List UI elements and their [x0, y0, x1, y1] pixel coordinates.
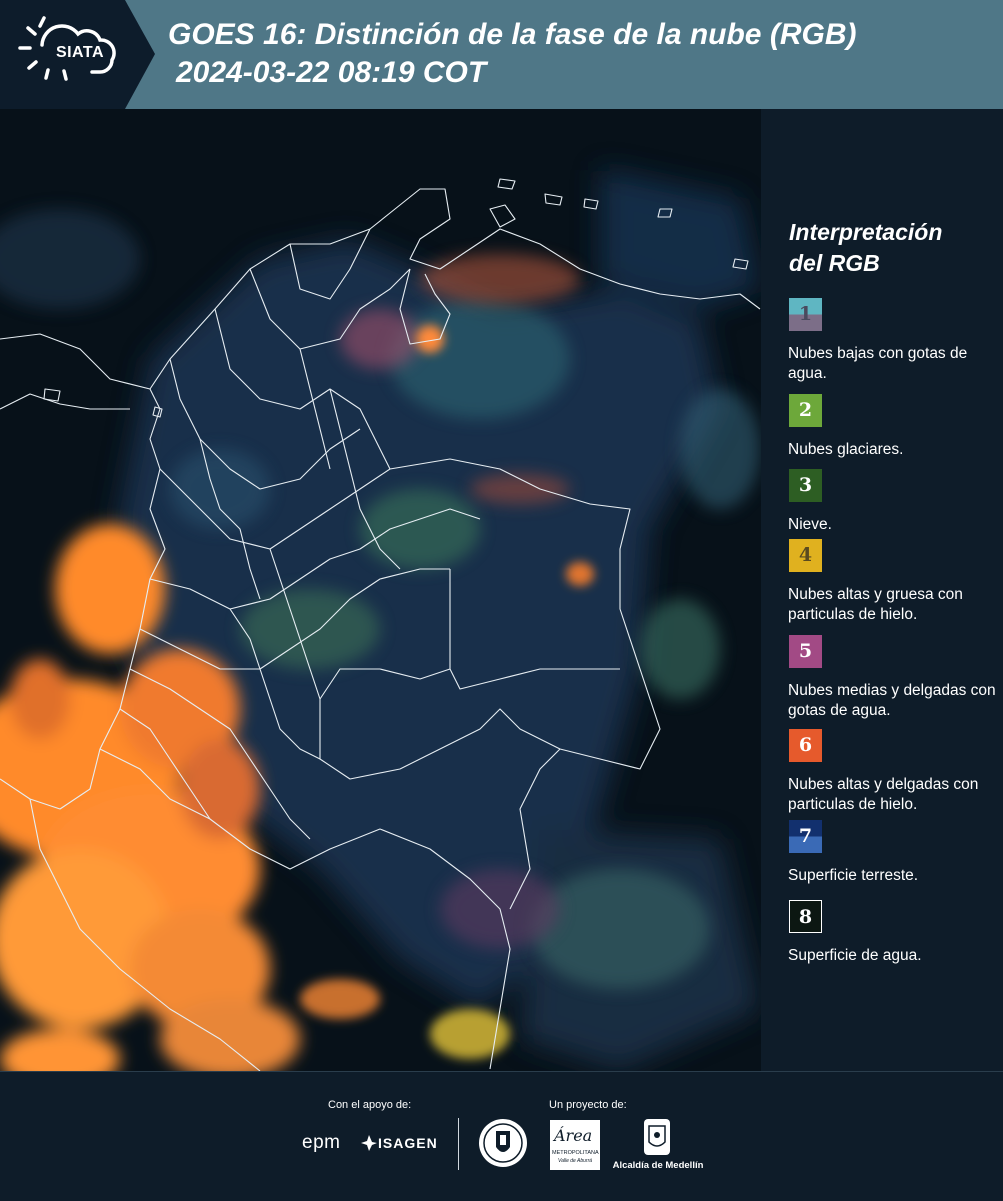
satellite-map[interactable] — [0, 109, 761, 1071]
project-caption: Un proyecto de: — [549, 1099, 627, 1111]
legend-swatch-6: 6 — [789, 729, 822, 762]
logo-wordmark: SIATA — [55, 44, 105, 61]
legend-label-4: Nubes altas y gruesa con particulas de h… — [788, 586, 963, 623]
legend-swatch-3: 3 — [789, 469, 822, 502]
legend-title: Interpretación del RGB — [789, 219, 943, 276]
footer-bar: Con el apoyo de: Un proyecto de: epm ISA… — [0, 1071, 1003, 1201]
area-subtitle-2: Valle de Aburrá — [557, 1158, 593, 1164]
coat-of-arms-icon — [644, 1119, 670, 1155]
seal-logo — [477, 1117, 529, 1174]
alcaldia-wordmark: Alcaldía de Medellín — [612, 1160, 704, 1171]
page-timestamp: 2024-03-22 08:19 COT — [176, 56, 487, 89]
legend-label-6: Nubes altas y delgadas con particulas de… — [788, 776, 979, 813]
header-bar: SIATA GOES 16: Distinción de la fase de … — [0, 0, 1003, 109]
legend-swatch-7: 7 — [789, 820, 822, 853]
legend-label-5: Nubes medias y delgadas con gotas de agu… — [788, 682, 996, 719]
page-title: GOES 16: Distinción de la fase de la nub… — [168, 18, 857, 51]
legend-panel: Interpretación del RGB 1 Nubes bajas con … — [761, 109, 1003, 1071]
legend-swatch-5: 5 — [789, 635, 822, 668]
legend-label-7: Superficie terreste. — [788, 867, 919, 884]
footer-divider — [458, 1118, 459, 1170]
alcaldia-logo: Alcaldía de Medellín — [612, 1118, 704, 1178]
legend-swatch-1: 1 — [789, 298, 822, 331]
legend-swatch-8: 8 — [789, 900, 822, 933]
legend-label-1: Nubes bajas con gotas de agua. — [788, 345, 968, 382]
legend-label-8: Superficie de agua. — [788, 947, 922, 964]
satellite-imagery — [0, 109, 761, 1071]
legend-label-2: Nubes glaciares. — [788, 441, 904, 458]
isagen-mark-icon — [361, 1135, 377, 1151]
isagen-wordmark: ISAGEN — [378, 1135, 438, 1151]
area-wordmark: Área — [554, 1126, 593, 1145]
seal-icon — [479, 1119, 527, 1167]
legend-label-3: Nieve. — [788, 516, 832, 533]
epm-logo: epm — [302, 1132, 341, 1153]
support-caption: Con el apoyo de: — [328, 1099, 412, 1111]
siata-logo: SIATA — [0, 0, 155, 109]
area-metropolitana-logo: Área METROPOLITANA Valle de Aburrá — [550, 1120, 600, 1170]
legend-swatch-4: 4 — [789, 539, 822, 572]
area-subtitle-1: METROPOLITANA — [552, 1150, 599, 1156]
legend-swatch-2: 2 — [789, 394, 822, 427]
